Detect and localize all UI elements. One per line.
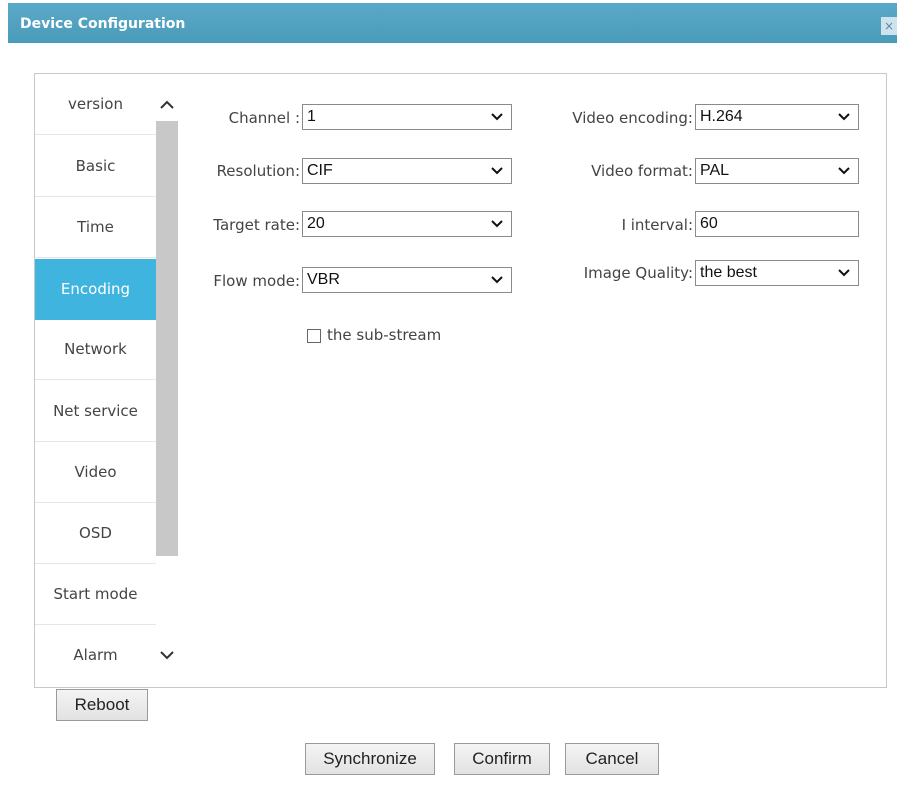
video-format-label: Video format: xyxy=(591,162,693,180)
resolution-value: CIF xyxy=(307,162,333,179)
i-interval-label: I interval: xyxy=(621,216,693,234)
image-quality-label: Image Quality: xyxy=(583,264,693,282)
flow-mode-select[interactable]: VBR xyxy=(302,267,512,293)
channel-select[interactable]: 1 xyxy=(302,104,512,130)
reboot-button[interactable]: Reboot xyxy=(56,689,148,721)
nav-item-network[interactable]: Network xyxy=(35,319,156,380)
flow-mode-label: Flow mode: xyxy=(213,272,300,290)
video-encoding-value: H.264 xyxy=(700,108,743,125)
i-interval-value: 60 xyxy=(700,215,718,232)
chevron-down-icon xyxy=(838,113,850,121)
close-button[interactable]: × xyxy=(881,17,897,35)
chevron-down-icon xyxy=(838,269,850,277)
cancel-button[interactable]: Cancel xyxy=(565,743,659,775)
resolution-label: Resolution: xyxy=(216,162,300,180)
chevron-down-icon xyxy=(491,167,503,175)
device-configuration-dialog: Device Configuration × version Basic Tim… xyxy=(8,3,897,792)
nav-scrollbar[interactable] xyxy=(156,74,178,687)
settings-panel: version Basic Time Encoding Network Net … xyxy=(34,73,887,688)
chevron-down-icon xyxy=(491,113,503,121)
nav-item-alarm[interactable]: Alarm xyxy=(35,625,156,685)
scroll-down-button[interactable] xyxy=(156,644,178,684)
chevron-down-icon xyxy=(838,167,850,175)
sub-stream-label: the sub-stream xyxy=(327,326,442,344)
scroll-thumb[interactable] xyxy=(156,121,178,556)
title-bar: Device Configuration × xyxy=(8,3,897,43)
nav-item-version[interactable]: version xyxy=(35,74,156,135)
channel-label: Channel : xyxy=(228,109,300,127)
resolution-select[interactable]: CIF xyxy=(302,158,512,184)
chevron-down-icon xyxy=(491,276,503,284)
video-encoding-label: Video encoding: xyxy=(572,109,693,127)
target-rate-value: 20 xyxy=(307,215,325,232)
synchronize-button[interactable]: Synchronize xyxy=(305,743,435,775)
image-quality-value: the best xyxy=(700,264,757,281)
dialog-title: Device Configuration xyxy=(20,16,186,32)
nav-item-time[interactable]: Time xyxy=(35,197,156,258)
nav-item-video[interactable]: Video xyxy=(35,442,156,503)
chevron-down-icon xyxy=(491,220,503,228)
video-format-value: PAL xyxy=(700,162,730,179)
sub-stream-checkbox[interactable] xyxy=(307,329,321,343)
video-encoding-select[interactable]: H.264 xyxy=(695,104,859,130)
target-rate-select[interactable]: 20 xyxy=(302,211,512,237)
settings-nav: version Basic Time Encoding Network Net … xyxy=(35,74,156,687)
confirm-button[interactable]: Confirm xyxy=(454,743,550,775)
flow-mode-value: VBR xyxy=(307,271,340,288)
nav-item-encoding[interactable]: Encoding xyxy=(35,259,156,320)
nav-item-net-service[interactable]: Net service xyxy=(35,381,156,442)
nav-item-osd[interactable]: OSD xyxy=(35,503,156,564)
nav-item-start-mode[interactable]: Start mode xyxy=(35,564,156,625)
chevron-up-icon xyxy=(160,100,174,109)
channel-value: 1 xyxy=(307,108,316,125)
image-quality-select[interactable]: the best xyxy=(695,260,859,286)
chevron-down-icon xyxy=(160,651,174,660)
i-interval-input[interactable]: 60 xyxy=(695,211,859,237)
nav-item-basic[interactable]: Basic xyxy=(35,136,156,197)
target-rate-label: Target rate: xyxy=(213,216,300,234)
video-format-select[interactable]: PAL xyxy=(695,158,859,184)
